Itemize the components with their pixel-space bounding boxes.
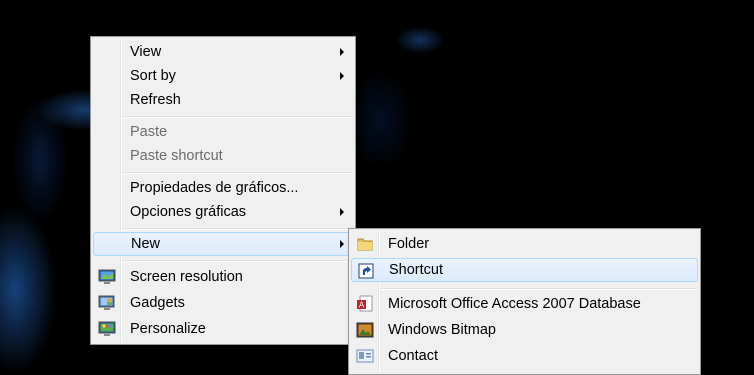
menu-item-label: Windows Bitmap xyxy=(388,322,496,338)
svg-text:A: A xyxy=(359,301,365,310)
shortcut-icon xyxy=(358,263,374,279)
menu-item-label: Paste xyxy=(130,124,168,140)
menu-item-label: Gadgets xyxy=(130,295,185,311)
menu-item-opciones-graficas[interactable]: Opciones gráficas xyxy=(93,200,353,224)
menu-item-label: Microsoft Office Access 2007 Database xyxy=(388,296,641,312)
menu-item-label: Propiedades de gráficos... xyxy=(130,180,299,196)
menu-item-label: Screen resolution xyxy=(130,269,243,285)
submenu-item-shortcut[interactable]: Shortcut xyxy=(351,258,698,282)
menu-item-label: Opciones gráficas xyxy=(130,204,247,220)
menu-item-personalize[interactable]: Personalize xyxy=(93,317,353,341)
menu-item-label: Folder xyxy=(388,236,430,252)
menu-item-label: Shortcut xyxy=(389,262,443,278)
personalize-icon xyxy=(98,321,116,336)
menu-item-gadgets[interactable]: Gadgets xyxy=(93,291,353,315)
menu-separator xyxy=(122,260,353,262)
submenu-arrow-icon xyxy=(340,48,344,56)
menu-item-refresh[interactable]: Refresh xyxy=(93,88,353,112)
submenu-arrow-icon xyxy=(340,240,344,248)
submenu-item-contact[interactable]: Contact xyxy=(351,344,698,368)
menu-item-label: Sort by xyxy=(130,68,176,84)
menu-separator xyxy=(122,116,353,118)
menu-item-paste-shortcut: Paste shortcut xyxy=(93,144,353,168)
menu-item-propiedades-graficos[interactable]: Propiedades de gráficos... xyxy=(93,176,353,200)
menu-separator xyxy=(122,172,353,174)
submenu-item-windows-bitmap[interactable]: Windows Bitmap xyxy=(351,318,698,342)
gadgets-icon xyxy=(98,295,115,310)
new-submenu: Folder Shortcut A Microsoft Office Acces… xyxy=(348,228,701,375)
submenu-arrow-icon xyxy=(340,208,344,216)
contact-icon xyxy=(356,349,374,363)
menu-item-label: Refresh xyxy=(130,92,181,108)
access-database-icon: A xyxy=(357,295,373,312)
submenu-item-access-database[interactable]: A Microsoft Office Access 2007 Database xyxy=(351,292,698,316)
submenu-item-folder[interactable]: Folder xyxy=(351,232,698,256)
menu-item-new[interactable]: New xyxy=(93,232,353,256)
menu-separator xyxy=(122,228,353,230)
menu-item-sort-by[interactable]: Sort by xyxy=(93,64,353,88)
menu-item-label: Contact xyxy=(388,348,438,364)
menu-item-view[interactable]: View xyxy=(93,40,353,64)
desktop-context-menu: View Sort by Refresh Paste Paste shortcu… xyxy=(90,36,356,345)
menu-item-paste: Paste xyxy=(93,120,353,144)
menu-item-label: New xyxy=(131,236,161,252)
menu-item-label: Paste shortcut xyxy=(130,148,223,164)
screen-resolution-icon xyxy=(98,269,116,284)
menu-separator xyxy=(380,288,698,290)
bitmap-icon xyxy=(356,322,374,338)
folder-icon xyxy=(357,238,373,251)
submenu-arrow-icon xyxy=(340,72,344,80)
menu-item-label: Personalize xyxy=(130,321,206,337)
menu-item-screen-resolution[interactable]: Screen resolution xyxy=(93,265,353,289)
menu-item-label: View xyxy=(130,44,162,60)
